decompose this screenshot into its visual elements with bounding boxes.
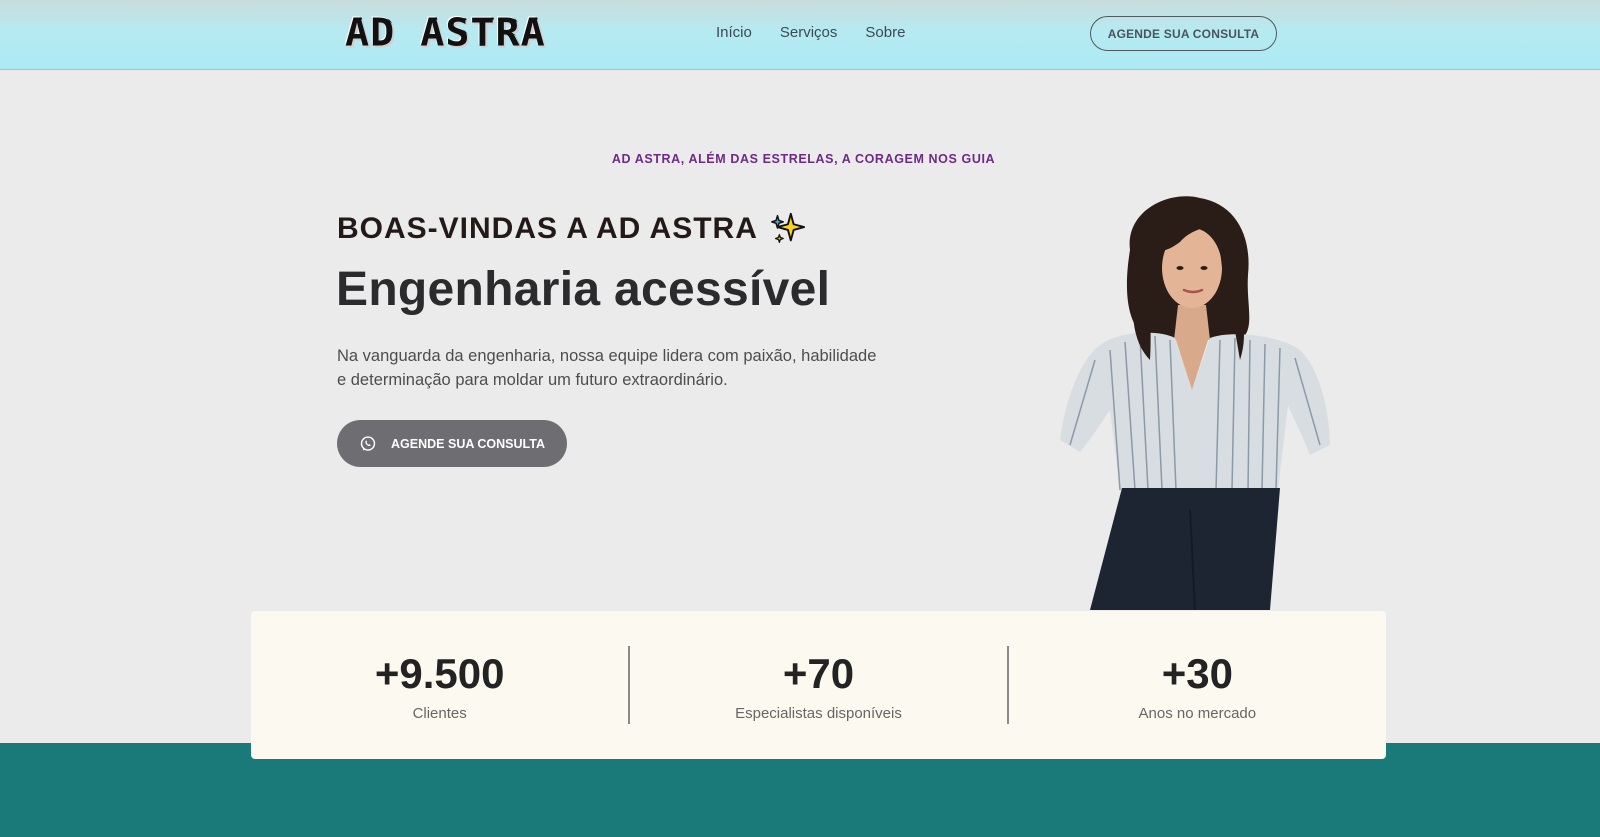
hero-person-image bbox=[1030, 190, 1360, 611]
hero-description: Na vanguarda da engenharia, nossa equipe… bbox=[337, 347, 877, 389]
main-nav: Início Serviços Sobre bbox=[716, 24, 905, 41]
welcome-text: BOAS-VINDAS A AD ASTRA bbox=[337, 212, 758, 245]
welcome-heading: BOAS-VINDAS A AD ASTRA bbox=[337, 210, 806, 248]
whatsapp-icon bbox=[359, 435, 377, 453]
stats-card: +9.500 Clientes +70 Especialistas dispon… bbox=[251, 611, 1386, 759]
stat-clients: +9.500 Clientes bbox=[251, 649, 628, 722]
stat-value: +70 bbox=[782, 649, 855, 697]
hero-headline: Engenharia acessível bbox=[336, 263, 831, 316]
stat-specialists: +70 Especialistas disponíveis bbox=[630, 649, 1007, 722]
hero-schedule-button[interactable]: AGENDE SUA CONSULTA bbox=[337, 420, 567, 467]
stat-label: Anos no mercado bbox=[1138, 704, 1257, 722]
hero-tagline: AD ASTRA, ALÉM DAS ESTRELAS, A CORAGEM N… bbox=[611, 152, 996, 166]
nav-link-sobre[interactable]: Sobre bbox=[865, 24, 905, 41]
nav-link-servicos[interactable]: Serviços bbox=[780, 24, 838, 41]
sparkles-icon bbox=[768, 210, 806, 248]
site-header: AD ASTRA Início Serviços Sobre AGENDE SU… bbox=[0, 0, 1600, 70]
hero-schedule-button-label: AGENDE SUA CONSULTA bbox=[391, 436, 545, 451]
stat-label: Especialistas disponíveis bbox=[735, 704, 902, 722]
stat-label: Clientes bbox=[412, 704, 467, 722]
logo[interactable]: AD ASTRA bbox=[345, 11, 546, 55]
stat-years: +30 Anos no mercado bbox=[1009, 649, 1386, 722]
nav-link-inicio[interactable]: Início bbox=[716, 24, 752, 41]
stat-value: +30 bbox=[1161, 649, 1233, 697]
stat-value: +9.500 bbox=[374, 649, 505, 697]
header-schedule-button[interactable]: AGENDE SUA CONSULTA bbox=[1090, 16, 1277, 51]
